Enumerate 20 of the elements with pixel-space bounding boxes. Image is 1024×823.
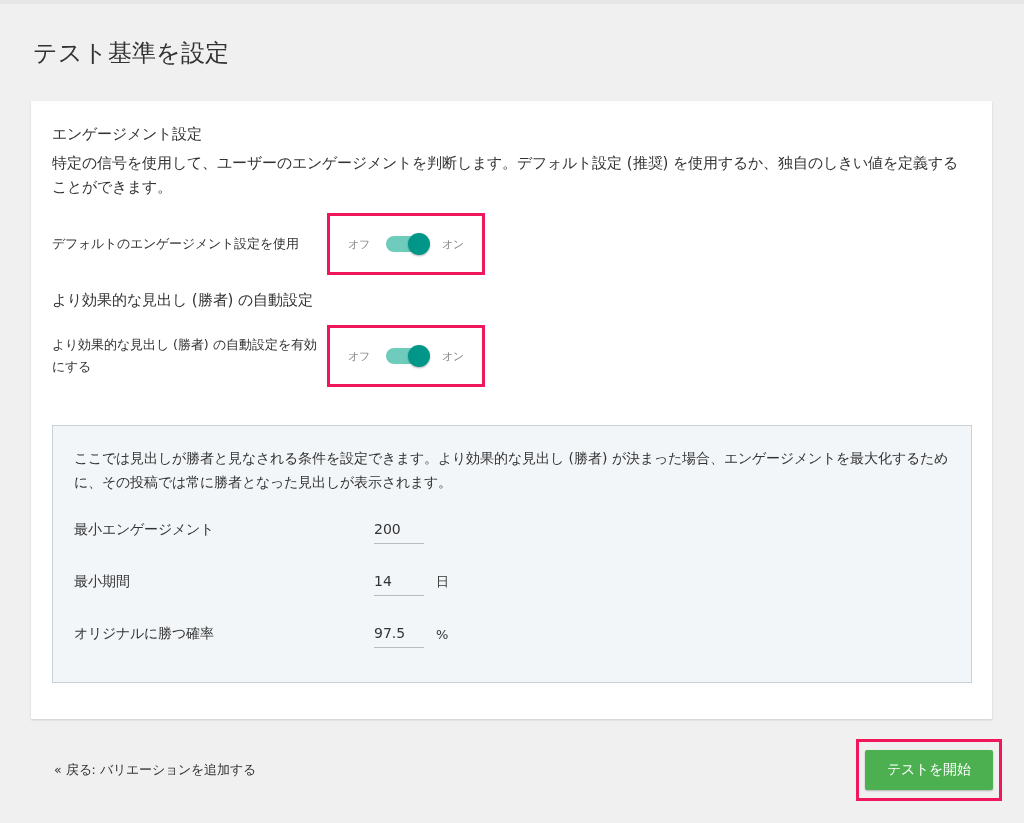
section-description: 特定の信号を使用して、ユーザーのエンゲージメントを判断します。デフォルト設定 (推奨) を使用するか、独自のしきい値を定義することができます。 — [52, 153, 960, 198]
field-label: 最小期間 — [74, 573, 131, 591]
unit-label: 日 — [436, 573, 449, 591]
on-label: オン — [442, 236, 464, 252]
on-label: オン — [442, 348, 464, 364]
field-label: オリジナルに勝つ確率 — [74, 625, 215, 643]
section-heading: より効果的な見出し (勝者) の自動設定 — [52, 290, 315, 311]
field-label: 最小エンゲージメント — [74, 521, 215, 539]
section-heading: エンゲージメント設定 — [52, 124, 203, 145]
input-field[interactable]: 14 — [374, 568, 424, 596]
off-label: オフ — [348, 236, 370, 252]
page-title: テスト基準を設定 — [33, 38, 230, 68]
unit-label: % — [436, 626, 449, 642]
criteria-description: ここでは見出しが勝者と見なされる条件を設定できます。より効果的な見出し (勝者) が決まった場合、エンゲージメントを最大化するために、その投稿では常に勝者となった見出しが表示されます。 — [74, 449, 949, 492]
toggle-label: デフォルトのエンゲージメント設定を使用 — [52, 235, 300, 253]
off-label: オフ — [348, 348, 370, 364]
back-link[interactable]: « 戻る: バリエーションを追加する — [54, 761, 256, 779]
input-field[interactable]: 97.5 — [374, 620, 424, 648]
toggle-label: より効果的な見出し (勝者) の自動設定を有効にする — [52, 336, 318, 376]
input-field[interactable]: 200 — [374, 516, 424, 544]
